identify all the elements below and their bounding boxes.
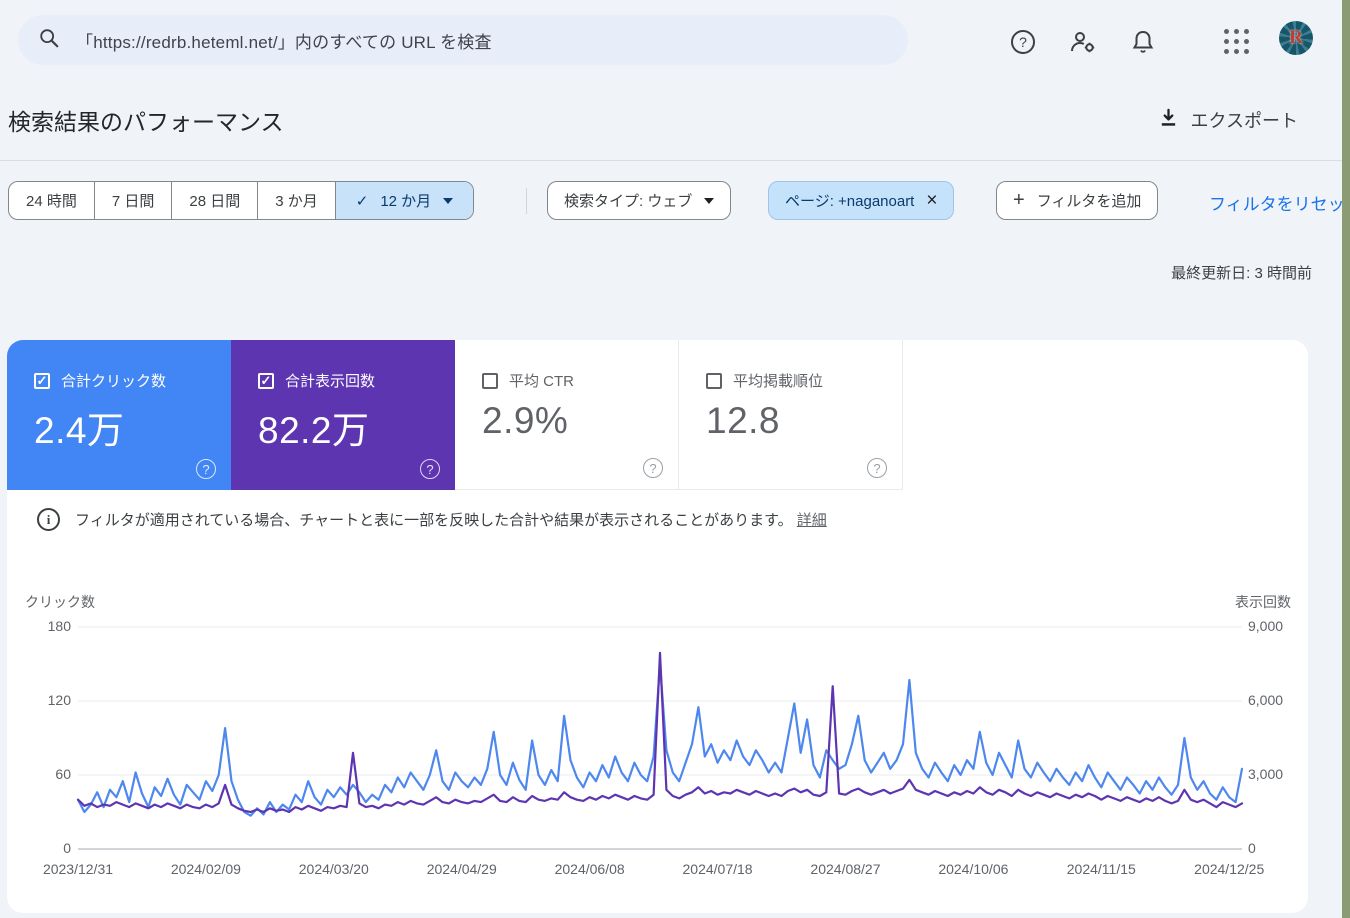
checkbox-checked[interactable]: ✓ (34, 372, 50, 389)
right-axis-tick: 3,000 (1248, 766, 1284, 782)
filter-notice: i フィルタが適用されている場合、チャートと表に一部を反映した合計や結果が表示さ… (37, 508, 827, 531)
range-12m-selected[interactable]: ✓ 12 か月 (335, 182, 474, 219)
left-axis-tick: 120 (47, 692, 71, 708)
filter-divider (526, 188, 527, 214)
checkbox-unchecked[interactable] (706, 372, 722, 389)
date-range-group: 24 時間 7 日間 28 日間 3 か月 ✓ 12 か月 (8, 181, 475, 220)
x-axis-tick: 2023/12/31 (42, 861, 114, 877)
reset-filters-link[interactable]: フィルタをリセット (1209, 190, 1350, 215)
left-axis-tick: 180 (47, 618, 71, 634)
series-clicks (76, 662, 1244, 817)
range-7d[interactable]: 7 日間 (95, 182, 173, 219)
help-icon[interactable]: ? (196, 459, 216, 479)
range-28d[interactable]: 28 日間 (172, 182, 259, 219)
apps-grid-icon[interactable] (1217, 22, 1257, 62)
help-icon[interactable]: ? (643, 458, 663, 478)
chevron-down-icon (443, 197, 454, 204)
metric-total-impressions[interactable]: ✓ 合計表示回数 82.2万 ? (231, 340, 455, 490)
x-axis-tick: 2024/06/08 (554, 861, 625, 877)
right-axis-tick: 6,000 (1248, 692, 1284, 708)
header-divider (0, 160, 1342, 161)
range-3m[interactable]: 3 か月 (258, 182, 336, 219)
series-impressions (76, 651, 1244, 814)
metric-total-clicks[interactable]: ✓ 合計クリック数 2.4万 ? (7, 340, 231, 490)
plus-icon: + (1013, 189, 1025, 211)
help-icon[interactable]: ? (420, 459, 440, 479)
page-title: 検索結果のパフォーマンス (8, 109, 284, 135)
metric-average-ctr[interactable]: 平均 CTR 2.9% ? (455, 340, 679, 490)
x-axis-tick: 2024/03/20 (298, 861, 369, 877)
user-settings-icon[interactable] (1063, 22, 1103, 62)
info-icon: i (37, 508, 60, 531)
download-icon (1159, 108, 1178, 132)
notifications-bell-icon[interactable] (1123, 22, 1163, 62)
metric-average-position[interactable]: 平均掲載順位 12.8 ? (679, 340, 903, 490)
search-placeholder: 「https://redrb.heteml.net/」内のすべての URL を検… (76, 32, 492, 52)
performance-chart[interactable]: クリック数 表示回数 180 120 60 0 9,000 6,000 3,000 0 2023… (7, 585, 1308, 913)
search-icon (38, 27, 60, 54)
close-icon[interactable]: × (926, 190, 937, 212)
help-icon[interactable]: ? (867, 458, 887, 478)
svg-text:?: ? (1019, 34, 1027, 50)
right-axis-tick: 0 (1248, 840, 1256, 856)
check-icon: ✓ (355, 192, 369, 210)
metric-tiles-row: ✓ 合計クリック数 2.4万 ? ✓ 合計表示回数 82.2万 ? 平均 CTR… (7, 340, 1308, 490)
last-updated-text: 最終更新日: 3 時間前 (1171, 265, 1312, 282)
checkbox-checked[interactable]: ✓ (258, 372, 274, 389)
export-label: エクスポート (1190, 111, 1298, 131)
x-axis-tick: 2024/07/18 (682, 861, 753, 877)
checkbox-unchecked[interactable] (482, 372, 498, 389)
x-axis-tick: 2024/04/29 (426, 861, 497, 877)
x-axis-tick: 2024/12/25 (1194, 861, 1265, 877)
account-avatar[interactable]: R (1279, 21, 1313, 55)
chevron-down-icon (704, 197, 715, 204)
x-axis-tick: 2024/08/27 (810, 861, 881, 877)
x-axis-tick: 2024/02/09 (170, 861, 241, 877)
url-inspection-search-bar[interactable]: 「https://redrb.heteml.net/」内のすべての URL を検… (18, 15, 908, 65)
performance-card: ✓ 合計クリック数 2.4万 ? ✓ 合計表示回数 82.2万 ? 平均 CTR… (7, 340, 1308, 913)
search-console-page: 「https://redrb.heteml.net/」内のすべての URL を検… (0, 0, 1350, 918)
range-24h[interactable]: 24 時間 (9, 182, 95, 219)
left-axis-tick: 60 (55, 766, 71, 782)
notice-text: フィルタが適用されている場合、チャートと表に一部を反映した合計や結果が表示される… (75, 512, 793, 529)
add-filter-button[interactable]: + フィルタを追加 (996, 181, 1159, 220)
search-type-chip[interactable]: 検索タイプ: ウェブ (547, 181, 732, 220)
export-button[interactable]: エクスポート (1159, 107, 1298, 133)
desktop-background-strip (1342, 0, 1350, 918)
left-axis-tick: 0 (63, 840, 71, 856)
help-icon[interactable]: ? (1003, 22, 1043, 62)
details-link[interactable]: 詳細 (797, 512, 827, 529)
page-filter-chip[interactable]: ページ: +naganoart × (768, 181, 955, 220)
x-axis-tick: 2024/11/15 (1066, 861, 1136, 877)
right-axis-tick: 9,000 (1248, 618, 1284, 634)
x-axis-tick: 2024/10/06 (938, 861, 1009, 877)
